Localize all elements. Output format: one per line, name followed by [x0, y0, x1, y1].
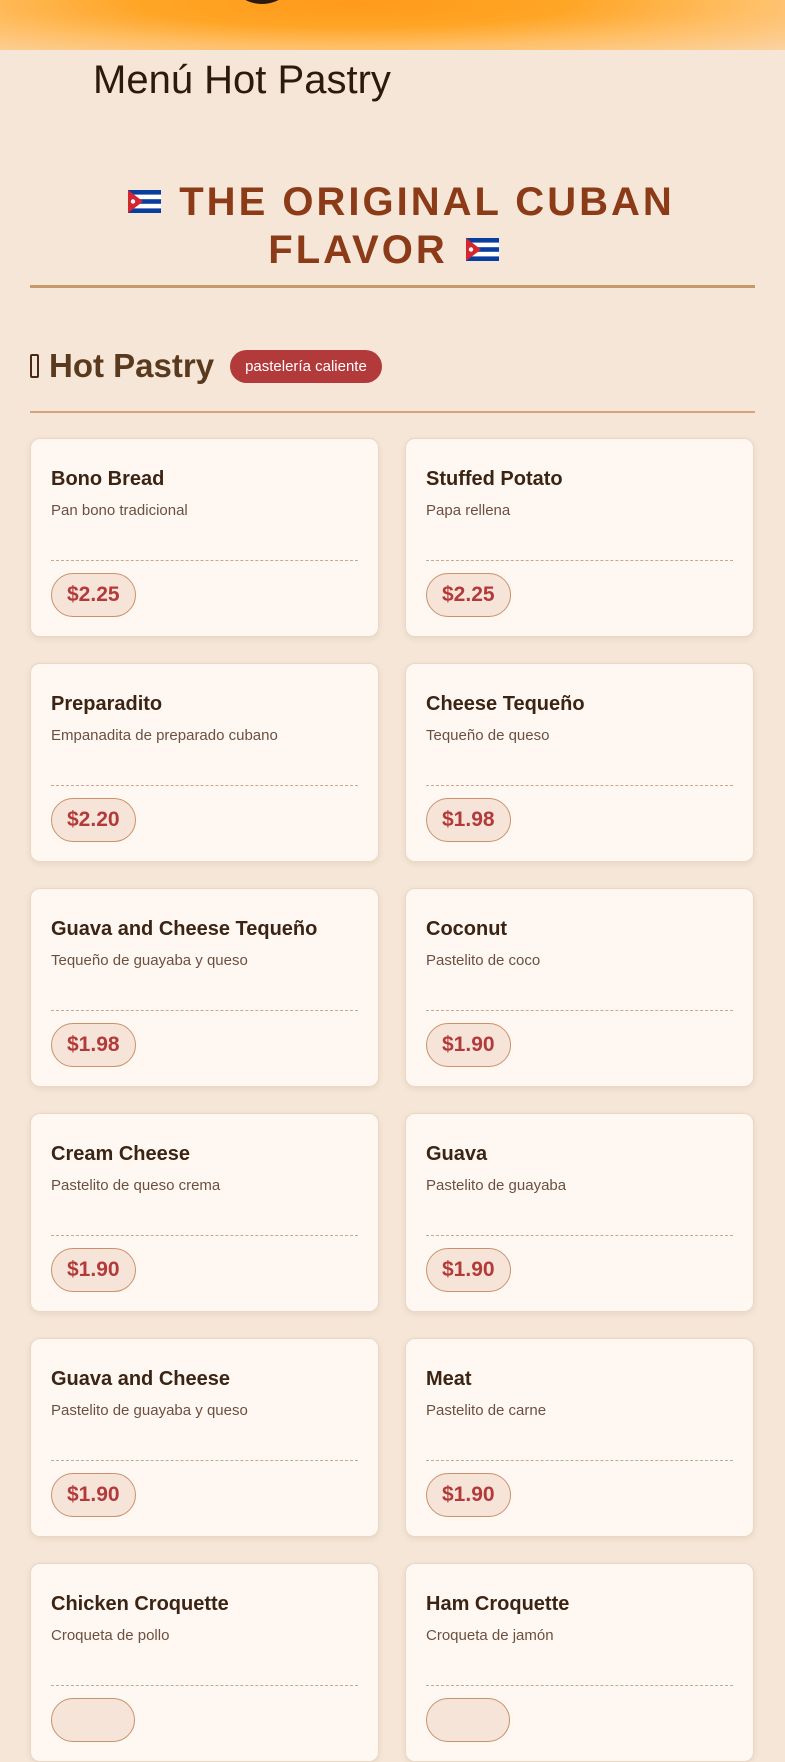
menu-item-divider — [51, 785, 358, 786]
menu-item-price — [426, 1698, 510, 1742]
menu-item-divider — [426, 1685, 733, 1686]
menu-item-card[interactable]: Guava Pastelito de guayaba $1.90 — [405, 1113, 754, 1312]
header-divider — [30, 285, 755, 288]
menu-item-name: Preparadito — [51, 693, 163, 715]
menu-item-description: Papa rellena — [426, 502, 511, 519]
tagline-text: THE ORIGINAL CUBAN FLAVOR — [179, 180, 675, 272]
menu-item-name: Ham Croquette — [426, 1593, 570, 1615]
menu-item-description: Pastelito de queso crema — [51, 1177, 221, 1194]
menu-item-description: Croqueta de pollo — [51, 1627, 170, 1644]
menu-item-divider — [51, 1235, 358, 1236]
menu-item-price: $1.90 — [426, 1248, 511, 1292]
menu-item-divider — [426, 785, 733, 786]
menu-item-description: Pastelito de guayaba y queso — [51, 1402, 248, 1419]
menu-item-name: Bono Bread — [51, 468, 165, 490]
menu-item-name: Cream Cheese — [51, 1143, 190, 1165]
menu-item-card[interactable]: Guava and Cheese Pastelito de guayaba y q… — [30, 1338, 379, 1537]
menu-item-card[interactable]: Chicken Croquette Croqueta de pollo — [30, 1563, 379, 1762]
menu-item-divider — [426, 1010, 733, 1011]
cuban-flag-icon — [128, 189, 162, 213]
menu-item-description: Tequeño de guayaba y queso — [51, 952, 248, 969]
cuban-flag-icon — [465, 237, 499, 261]
menu-item-card[interactable]: Bono Bread Pan bono tradicional $2.25 — [30, 438, 379, 637]
menu-item-description: Pan bono tradicional — [51, 502, 188, 519]
menu-item-description: Empanadita de preparado cubano — [51, 727, 278, 744]
menu-item-name: Guava — [426, 1143, 488, 1165]
menu-item-card[interactable]: Preparadito Empanadita de preparado cuban… — [30, 663, 379, 862]
menu-item-price: $1.98 — [51, 1023, 136, 1067]
menu-item-name: Coconut — [426, 918, 508, 940]
menu-grid: Bono Bread Pan bono tradicional $2.25 Stuff… — [30, 438, 756, 1762]
menu-item-divider — [51, 560, 358, 561]
menu-item-card[interactable]: Stuffed Potato Papa rellena $2.25 — [405, 438, 754, 637]
menu-item-name: Guava and Cheese Tequeño — [51, 918, 318, 940]
menu-item-price: $2.25 — [426, 573, 511, 617]
tagline: THE ORIGINAL CUBAN FLAVOR — [30, 178, 755, 274]
menu-item-name: Stuffed Potato — [426, 468, 563, 490]
menu-item-price: $1.90 — [426, 1473, 511, 1517]
menu-item-price: $2.25 — [51, 573, 136, 617]
menu-item-divider — [51, 1685, 358, 1686]
menu-item-divider — [426, 1460, 733, 1461]
menu-item-price — [51, 1698, 135, 1742]
menu-item-description: Pastelito de coco — [426, 952, 541, 969]
logo-partial — [232, 0, 292, 4]
menu-item-card[interactable]: Ham Croquette Croqueta de jamón — [405, 1563, 754, 1762]
menu-item-card[interactable]: Cream Cheese Pastelito de queso crema $1.9… — [30, 1113, 379, 1312]
menu-item-description: Pastelito de carne — [426, 1402, 547, 1419]
hero-banner — [0, 0, 785, 50]
menu-item-description: Pastelito de guayaba — [426, 1177, 567, 1194]
menu-item-card[interactable]: Guava and Cheese Tequeño Tequeño de guaya… — [30, 888, 379, 1087]
menu-item-card[interactable]: Coconut Pastelito de coco $1.90 — [405, 888, 754, 1087]
menu-item-price: $1.98 — [426, 798, 511, 842]
menu-item-divider — [51, 1460, 358, 1461]
menu-item-description: Croqueta de jamón — [426, 1627, 554, 1644]
missing-glyph-icon — [30, 354, 39, 378]
section-title: Hot Pastry — [49, 347, 215, 384]
menu-item-name: Chicken Croquette — [51, 1593, 229, 1615]
menu-item-name: Cheese Tequeño — [426, 693, 585, 715]
menu-item-card[interactable]: Meat Pastelito de carne $1.90 — [405, 1338, 754, 1537]
page-title: Menú Hot Pastry — [93, 58, 391, 102]
menu-item-divider — [426, 1235, 733, 1236]
menu-item-name: Meat — [426, 1368, 472, 1390]
menu-item-divider — [426, 560, 733, 561]
section-divider — [30, 411, 755, 413]
menu-item-price: $1.90 — [426, 1023, 511, 1067]
menu-item-price: $2.20 — [51, 798, 136, 842]
menu-item-price: $1.90 — [51, 1248, 136, 1292]
menu-item-name: Guava and Cheese — [51, 1368, 230, 1390]
section-badge: pastelería caliente — [230, 349, 382, 383]
menu-item-description: Tequeño de queso — [426, 727, 550, 744]
section-header: Hot Pastry pastelería caliente — [30, 345, 755, 387]
menu-item-price: $1.90 — [51, 1473, 136, 1517]
menu-item-card[interactable]: Cheese Tequeño Tequeño de queso $1.98 — [405, 663, 754, 862]
menu-item-divider — [51, 1010, 358, 1011]
